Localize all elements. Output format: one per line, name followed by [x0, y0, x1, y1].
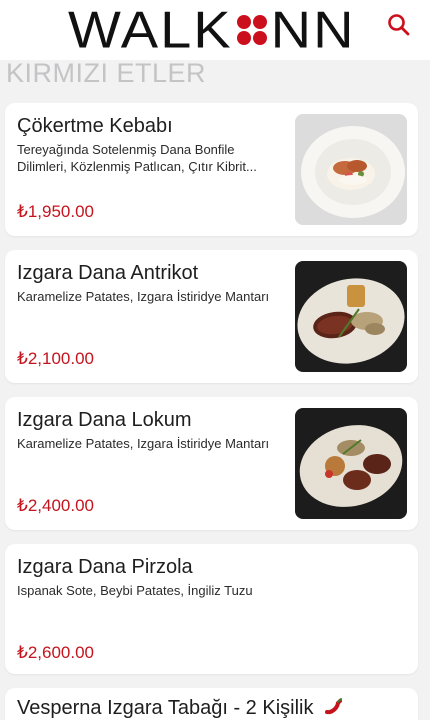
menu-item-name: Izgara Dana Pirzola [17, 556, 193, 578]
menu-item-name: Vesperna Izgara Tabağı - 2 Kişilik [17, 696, 343, 720]
menu-item-name-text: Vesperna Izgara Tabağı - 2 Kişilik [17, 697, 314, 719]
menu-item-card[interactable]: Vesperna Izgara Tabağı - 2 Kişilik [5, 688, 418, 720]
menu-item-price: ₺2,100.00 [17, 349, 94, 368]
menu-item-card[interactable]: Izgara Dana Antrikot Karamelize Patates,… [5, 250, 418, 383]
search-button[interactable] [386, 12, 412, 38]
section-title: KIRMIZI ETLER [6, 58, 207, 88]
menu-item-card[interactable]: Çökertme Kebabı Tereyağında Sotelenmiş D… [5, 103, 418, 236]
menu-item-name: Izgara Dana Antrikot [17, 262, 199, 284]
app-header: WALK NN [0, 0, 430, 60]
chili-pepper-icon [325, 698, 343, 715]
search-icon [388, 14, 410, 36]
menu-item-image [295, 261, 407, 372]
menu-item-image [295, 408, 407, 519]
menu-item-price: ₺2,600.00 [17, 643, 94, 662]
menu-item-name: Izgara Dana Lokum [17, 409, 192, 431]
logo-dots-icon [236, 15, 267, 45]
menu-item-card[interactable]: Izgara Dana Pirzola Ispanak Sote, Beybi … [5, 544, 418, 674]
menu-item-description: Karamelize Patates, Izgara İstiridye Man… [17, 289, 270, 304]
menu-item-card[interactable]: Izgara Dana Lokum Karamelize Patates, Iz… [5, 397, 418, 530]
menu-item-price: ₺2,400.00 [17, 496, 94, 515]
brand-logo[interactable]: WALK NN [68, 4, 356, 56]
menu-item-description: Tereyağında Sotelenmiş Dana Bonfile Dili… [17, 142, 257, 174]
menu-item-image [295, 114, 407, 225]
logo-text-right: NN [270, 0, 356, 59]
menu-item-name: Çökertme Kebabı [17, 115, 173, 137]
menu-item-price: ₺1,950.00 [17, 202, 94, 221]
menu-item-description: Ispanak Sote, Beybi Patates, İngiliz Tuz… [17, 583, 253, 598]
logo-text-left: WALK [68, 0, 233, 59]
menu-item-description: Karamelize Patates, Izgara İstiridye Man… [17, 436, 270, 451]
